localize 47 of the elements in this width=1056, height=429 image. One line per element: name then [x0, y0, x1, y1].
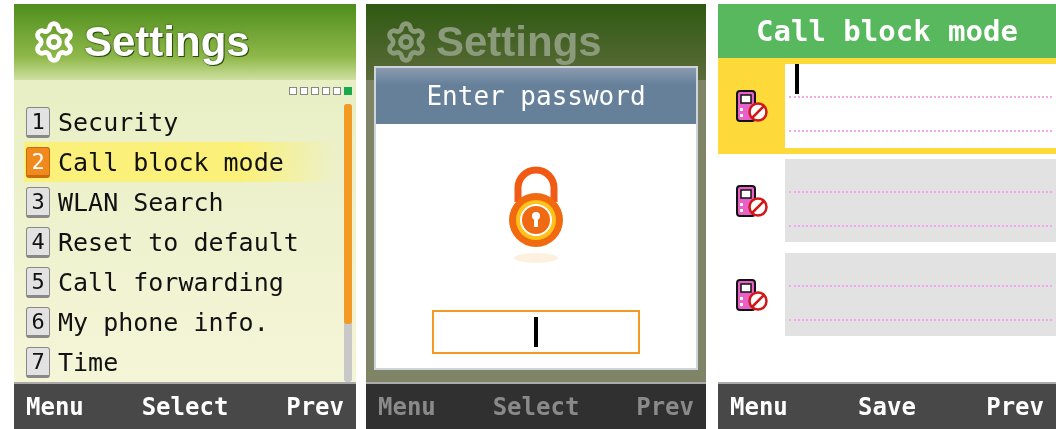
settings-icon [32, 20, 76, 64]
softkey[interactable]: Menu [728, 392, 790, 421]
screen-title: Settings [84, 18, 250, 66]
menu-item[interactable]: 7 Time [24, 342, 336, 382]
text-cursor [534, 317, 538, 347]
softkey[interactable]: Save [856, 392, 918, 421]
number-input-field[interactable] [785, 64, 1056, 148]
menu-item[interactable]: 3 WLAN Search [24, 182, 336, 222]
menu-item[interactable]: 4 Reset to default [24, 222, 336, 262]
number-key: 3 [26, 186, 50, 218]
scrollbar-thumb[interactable] [344, 104, 352, 324]
number-key: 7 [26, 346, 50, 378]
menu-item[interactable]: 5 Call forwarding [24, 262, 336, 302]
blocked-phone-icon [734, 183, 769, 218]
dialog-title: Enter password [376, 68, 696, 124]
menu-label: Security [58, 107, 179, 137]
softkey[interactable]: Select [490, 392, 582, 421]
softkey[interactable]: Menu [376, 392, 438, 421]
screen-title: Settings [436, 18, 602, 66]
number-input-field[interactable] [785, 159, 1056, 242]
number-input-field[interactable] [785, 253, 1056, 336]
softkey[interactable]: Select [139, 392, 231, 421]
menu-item[interactable]: 1 Security [24, 102, 336, 142]
blocked-phone-icon [734, 277, 769, 312]
password-field[interactable] [432, 310, 640, 354]
screen-title: Call block mode [718, 4, 1056, 58]
scrollbar[interactable] [344, 104, 352, 382]
menu-item[interactable]: 6 My phone info. [24, 302, 336, 342]
number-key: 4 [26, 226, 50, 258]
menu-label: Call block mode [58, 147, 284, 177]
entry-row[interactable] [718, 58, 1056, 154]
softkey[interactable]: Prev [284, 392, 346, 421]
menu-label: My phone info. [58, 307, 269, 337]
softkey[interactable]: Prev [984, 392, 1046, 421]
number-key: 2 [26, 146, 50, 178]
menu-label: Time [58, 347, 119, 377]
number-key: 6 [26, 306, 50, 338]
menu-label: Reset to default [58, 227, 299, 257]
number-key: 1 [26, 106, 50, 138]
blocked-phone-icon [734, 89, 769, 123]
text-cursor [795, 64, 799, 94]
softkey[interactable]: Prev [634, 392, 696, 421]
menu-label: Call forwarding [58, 267, 284, 297]
softkey[interactable]: Menu [24, 392, 86, 421]
menu-label: WLAN Search [58, 187, 224, 217]
settings-icon [384, 20, 428, 64]
number-key: 5 [26, 266, 50, 298]
